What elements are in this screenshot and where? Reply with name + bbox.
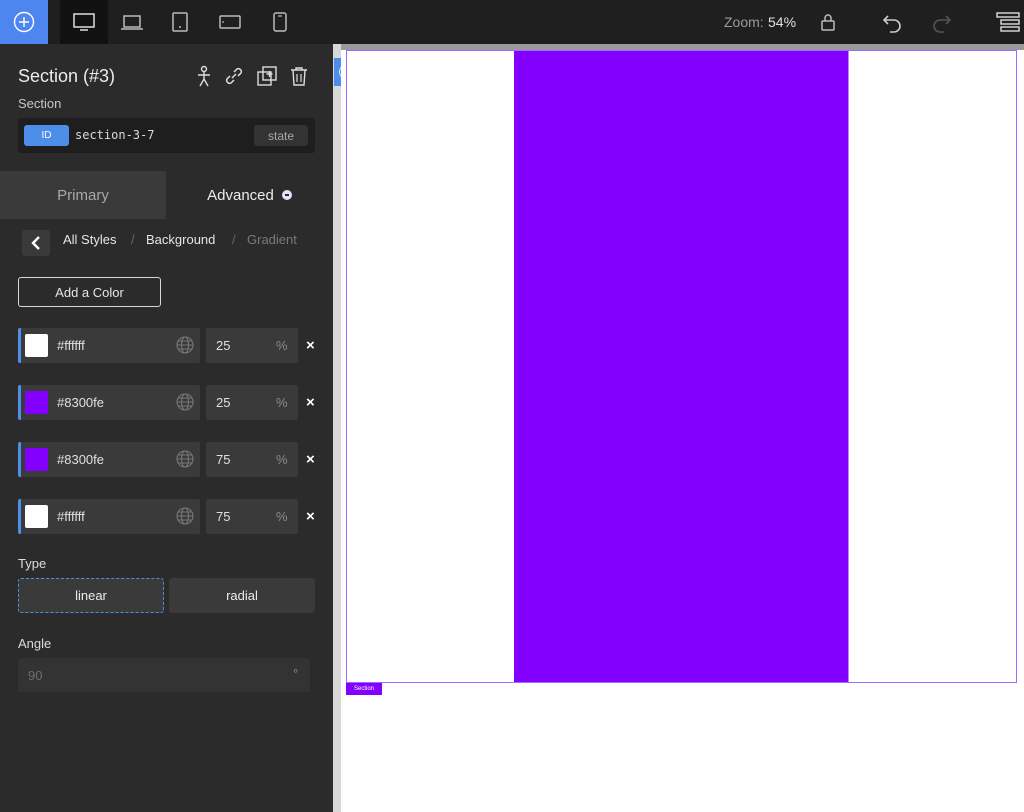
plus-circle-icon bbox=[13, 11, 35, 33]
tab-advanced-label: Advanced bbox=[207, 186, 274, 204]
section-label-tag[interactable]: Section bbox=[346, 683, 382, 695]
stop-position-unit: % bbox=[276, 509, 288, 524]
canvas: Section bbox=[341, 44, 1024, 812]
add-color-button[interactable]: Add a Color bbox=[18, 277, 161, 307]
remove-stop-icon[interactable]: × bbox=[306, 394, 315, 411]
angle-value: 90 bbox=[28, 668, 43, 683]
redo-icon[interactable] bbox=[930, 10, 954, 34]
color-stop-row: #ffffff 25 % × bbox=[18, 328, 328, 363]
color-stop-row: #8300fe 25 % × bbox=[18, 385, 328, 420]
zoom-value[interactable]: 54% bbox=[768, 14, 796, 30]
undo-icon[interactable] bbox=[880, 10, 904, 34]
phone-icon bbox=[273, 12, 287, 32]
chevron-left-icon bbox=[31, 236, 40, 250]
global-color-icon[interactable] bbox=[175, 449, 195, 469]
structure-icon[interactable] bbox=[994, 10, 1022, 34]
stop-position-unit: % bbox=[276, 338, 288, 353]
color-stop-field[interactable]: #ffffff bbox=[18, 499, 200, 534]
tablet-icon bbox=[172, 12, 188, 32]
stop-position-unit: % bbox=[276, 452, 288, 467]
device-laptop-button[interactable] bbox=[108, 0, 156, 44]
type-linear-button[interactable]: linear bbox=[18, 578, 164, 613]
breadcrumb-separator: / bbox=[131, 232, 135, 247]
add-element-button[interactable] bbox=[0, 0, 48, 44]
panel-tabs: Primary Advanced bbox=[0, 171, 333, 219]
color-swatch[interactable] bbox=[25, 334, 48, 357]
canvas-gutter bbox=[333, 44, 341, 812]
color-stop-row: #8300fe 75 % × bbox=[18, 442, 328, 477]
lock-icon[interactable] bbox=[816, 10, 840, 34]
color-hex-value[interactable]: #ffffff bbox=[57, 509, 85, 524]
breadcrumb-gradient: Gradient bbox=[247, 232, 297, 247]
zoom-label: Zoom: bbox=[724, 14, 764, 30]
desktop-icon bbox=[73, 13, 95, 31]
device-tablet-landscape-button[interactable] bbox=[206, 0, 254, 44]
selector-value[interactable]: section-3-7 bbox=[75, 128, 154, 142]
global-color-icon[interactable] bbox=[175, 506, 195, 526]
state-button[interactable]: state bbox=[254, 125, 308, 146]
stop-position-value: 75 bbox=[216, 509, 231, 524]
color-hex-value[interactable]: #ffffff bbox=[57, 338, 85, 353]
tablet-landscape-icon bbox=[219, 15, 241, 29]
gradient-type-label: Type bbox=[18, 556, 47, 571]
global-color-icon[interactable] bbox=[175, 392, 195, 412]
tab-advanced[interactable]: Advanced bbox=[166, 171, 333, 219]
back-button[interactable] bbox=[22, 230, 50, 256]
remove-stop-icon[interactable]: × bbox=[306, 451, 315, 468]
type-radial-button[interactable]: radial bbox=[169, 578, 315, 613]
link-icon[interactable] bbox=[222, 64, 246, 88]
remove-stop-icon[interactable]: × bbox=[306, 337, 315, 354]
color-hex-value[interactable]: #8300fe bbox=[57, 452, 104, 467]
section-element[interactable] bbox=[346, 50, 1017, 683]
color-swatch[interactable] bbox=[25, 391, 48, 414]
stop-position-input[interactable]: 75 % bbox=[206, 499, 298, 534]
angle-input[interactable]: 90 ° bbox=[18, 658, 310, 692]
angle-unit: ° bbox=[293, 666, 299, 681]
duplicate-icon[interactable] bbox=[255, 64, 279, 88]
stop-position-input[interactable]: 25 % bbox=[206, 385, 298, 420]
properties-panel: Section (#3) Section ID section-3-7 stat… bbox=[0, 44, 333, 812]
color-swatch[interactable] bbox=[25, 505, 48, 528]
stop-position-input[interactable]: 25 % bbox=[206, 328, 298, 363]
color-stop-field[interactable]: #8300fe bbox=[18, 442, 200, 477]
breadcrumb-all-styles[interactable]: All Styles bbox=[63, 232, 116, 247]
color-stop-field[interactable]: #ffffff bbox=[18, 328, 200, 363]
id-badge[interactable]: ID bbox=[24, 125, 69, 146]
breadcrumb-separator: / bbox=[232, 232, 236, 247]
tab-primary-label: Primary bbox=[57, 186, 109, 204]
color-swatch[interactable] bbox=[25, 448, 48, 471]
laptop-icon bbox=[121, 15, 143, 30]
breadcrumb-background[interactable]: Background bbox=[146, 232, 215, 247]
top-toolbar: Zoom: 54% bbox=[0, 0, 1024, 44]
element-title: Section (#3) bbox=[18, 66, 116, 86]
delete-icon[interactable] bbox=[287, 64, 311, 88]
device-phone-button[interactable] bbox=[256, 0, 304, 44]
tab-primary[interactable]: Primary bbox=[0, 171, 166, 219]
selector-row: ID section-3-7 state bbox=[18, 118, 315, 153]
stop-position-value: 25 bbox=[216, 338, 231, 353]
color-hex-value[interactable]: #8300fe bbox=[57, 395, 104, 410]
move-element-icon[interactable] bbox=[192, 64, 216, 88]
element-type: Section bbox=[18, 96, 62, 111]
stop-position-value: 75 bbox=[216, 452, 231, 467]
angle-label: Angle bbox=[18, 636, 52, 651]
remove-stop-icon[interactable]: × bbox=[306, 508, 315, 525]
modified-indicator-icon bbox=[281, 190, 292, 200]
global-color-icon[interactable] bbox=[175, 335, 195, 355]
stop-position-value: 25 bbox=[216, 395, 231, 410]
device-desktop-button[interactable] bbox=[60, 0, 108, 44]
stop-position-input[interactable]: 75 % bbox=[206, 442, 298, 477]
color-stop-row: #ffffff 75 % × bbox=[18, 499, 328, 534]
color-stop-field[interactable]: #8300fe bbox=[18, 385, 200, 420]
device-tablet-button[interactable] bbox=[156, 0, 204, 44]
stop-position-unit: % bbox=[276, 395, 288, 410]
